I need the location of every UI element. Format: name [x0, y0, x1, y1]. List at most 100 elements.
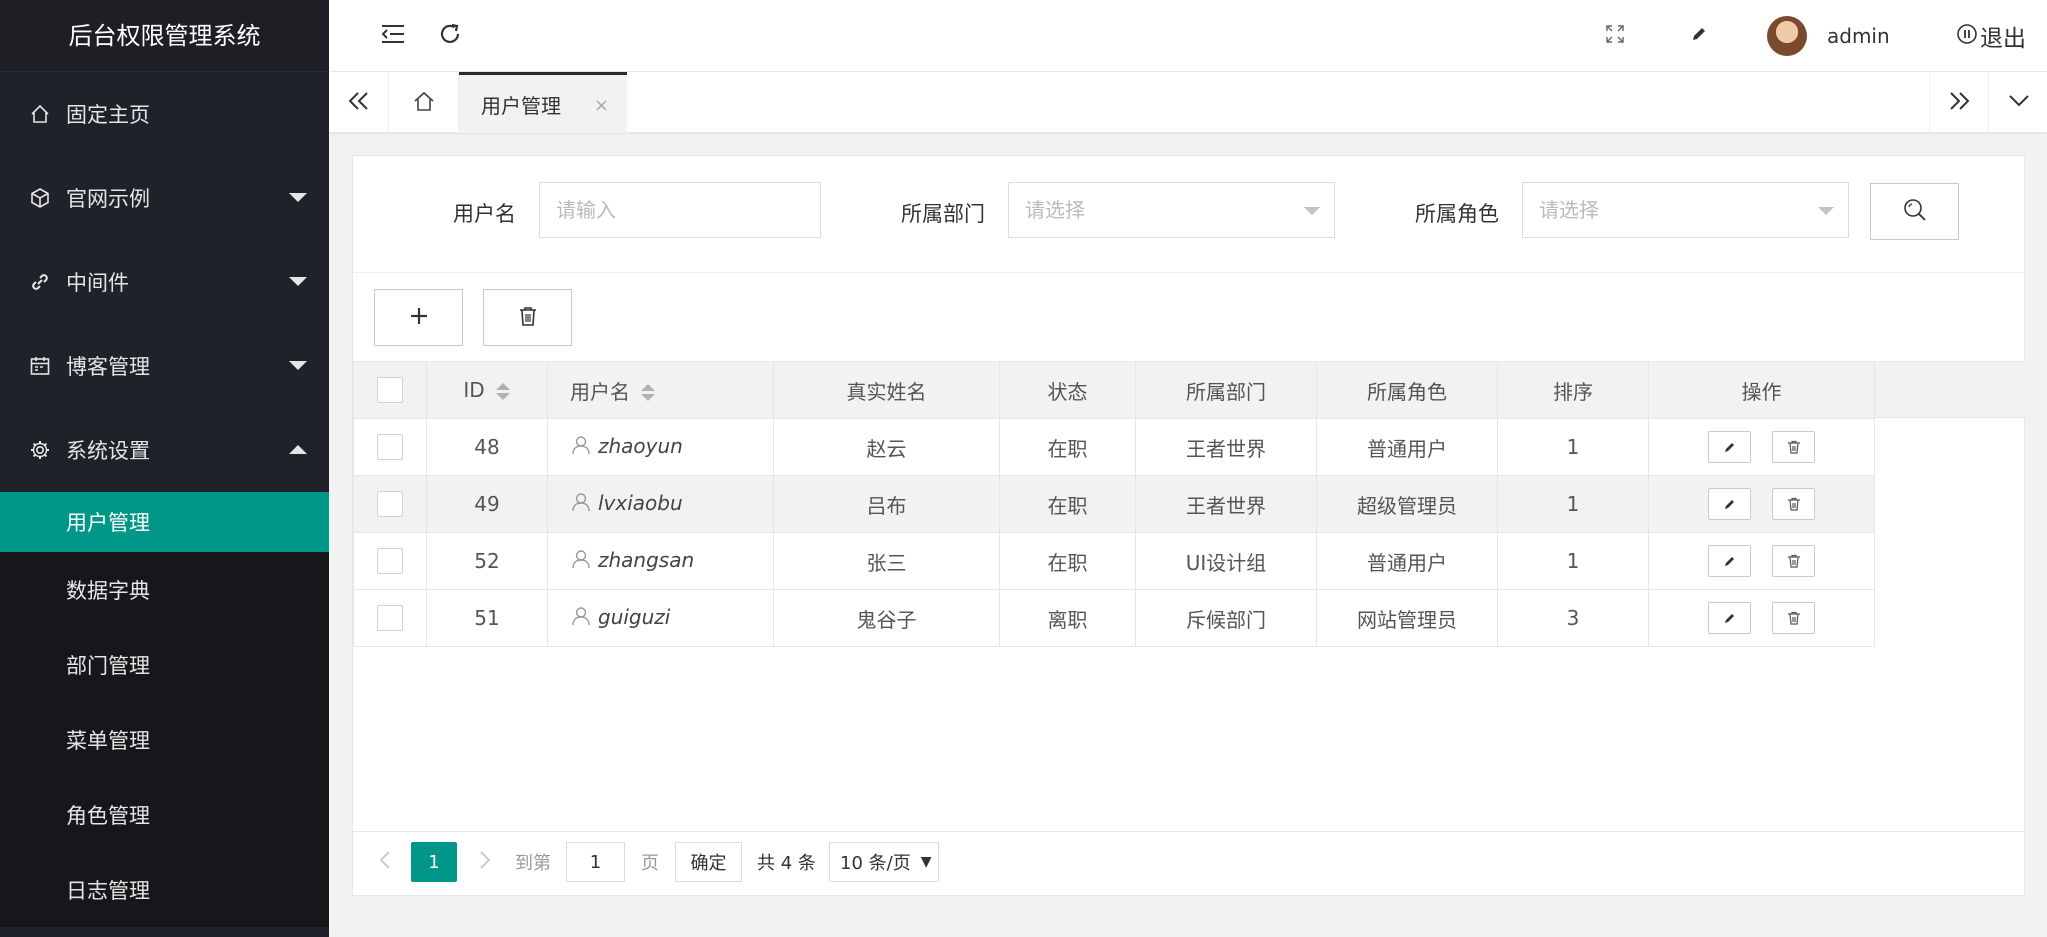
cell-department: UI设计组 [1135, 532, 1317, 590]
add-user-button[interactable] [374, 289, 463, 346]
tabs-dropdown-button[interactable] [1989, 72, 2047, 133]
row-checkbox[interactable] [377, 434, 403, 461]
row-select-cell[interactable] [353, 589, 427, 647]
cell-role: 超级管理员 [1316, 475, 1498, 533]
chevron-down-icon [289, 277, 307, 286]
cell-actions [1648, 475, 1875, 533]
user-table: ID 用户名 真实姓名 状态 所属部门 所属角色 排序 操作 48 zhaoyu… [353, 361, 1875, 647]
tabs-scroll-left-button[interactable] [329, 72, 389, 133]
fullscreen-icon [1605, 24, 1625, 48]
theme-button[interactable] [1671, 0, 1727, 72]
row-checkbox[interactable] [377, 605, 403, 632]
cell-sort: 1 [1497, 475, 1649, 533]
cell-username: zhaoyun [547, 418, 774, 476]
page-size-value: 10 条/页 [840, 853, 911, 874]
delete-button[interactable] [1771, 545, 1815, 577]
sidebar-item-examples[interactable]: 官网示例 [0, 156, 329, 240]
sidebar-subitem-users[interactable]: 用户管理 [0, 492, 329, 552]
sidebar-item-label: 官网示例 [66, 187, 150, 211]
goto-label: 到第 [515, 853, 551, 874]
pencil-icon [1725, 557, 1735, 566]
department-select[interactable]: 请选择 [1008, 182, 1335, 238]
tabs-scroll-right-button[interactable] [1929, 72, 1989, 133]
chevron-right-icon [479, 850, 491, 875]
search-icon [1902, 197, 1928, 227]
app-title: 后台权限管理系统 [0, 0, 329, 72]
sort-icon[interactable] [640, 384, 656, 402]
row-select-cell[interactable] [353, 532, 427, 590]
delete-button[interactable] [1771, 431, 1815, 463]
user-menu[interactable]: admin [1767, 0, 1947, 72]
trash-icon [1787, 497, 1800, 511]
column-header-actions: 操作 [1648, 361, 1875, 419]
cube-icon [28, 186, 52, 210]
sidebar-item-home[interactable]: 固定主页 [0, 72, 329, 156]
delete-button[interactable] [1771, 488, 1815, 520]
total-count: 共 4 条 [757, 853, 816, 874]
sidebar-subitem-menus[interactable]: 菜单管理 [0, 702, 329, 777]
user-icon [570, 491, 592, 518]
edit-button[interactable] [1708, 488, 1752, 520]
cell-role: 普通用户 [1316, 418, 1498, 476]
chevron-down-icon [289, 193, 307, 202]
sidebar-subitem-dictionary[interactable]: 数据字典 [0, 552, 329, 627]
pencil-icon [1725, 614, 1735, 623]
cell-id: 49 [426, 475, 548, 533]
next-page-button[interactable] [473, 842, 497, 882]
trash-icon [1787, 611, 1800, 625]
column-header-department: 所属部门 [1135, 361, 1317, 419]
cell-id: 51 [426, 589, 548, 647]
row-select-cell[interactable] [353, 418, 427, 476]
sidebar-item-middleware[interactable]: 中间件 [0, 240, 329, 324]
logout-button[interactable]: 退出 [1946, 0, 2036, 72]
sidebar-item-settings[interactable]: 系统设置 [0, 408, 329, 492]
edit-button[interactable] [1708, 602, 1752, 634]
cell-department: 斥候部门 [1135, 589, 1317, 647]
row-checkbox[interactable] [377, 548, 403, 575]
sidebar-subitem-roles[interactable]: 角色管理 [0, 777, 329, 852]
edit-button[interactable] [1708, 431, 1752, 463]
menu-indent-icon [380, 23, 406, 49]
cell-actions [1648, 418, 1875, 476]
role-select[interactable]: 请选择 [1522, 182, 1849, 238]
goto-page-input[interactable]: 1 [566, 842, 625, 882]
refresh-button[interactable] [422, 0, 478, 72]
prev-page-button[interactable] [373, 842, 397, 882]
column-header-id[interactable]: ID [426, 361, 548, 419]
trash-icon [1787, 554, 1800, 568]
select-all-cell[interactable] [353, 361, 427, 419]
column-header-username[interactable]: 用户名 [547, 361, 774, 419]
delete-button[interactable] [1771, 602, 1815, 634]
sidebar-subitem-logs[interactable]: 日志管理 [0, 852, 329, 927]
toggle-sidebar-button[interactable] [365, 0, 421, 72]
page-size-select[interactable]: 10 条/页 ▼ [829, 842, 939, 882]
sidebar-subitem-departments[interactable]: 部门管理 [0, 627, 329, 702]
avatar [1767, 16, 1807, 56]
cell-realname: 鬼谷子 [773, 589, 1000, 647]
table-header-row: ID 用户名 真实姓名 状态 所属部门 所属角色 排序 操作 [353, 361, 1875, 419]
close-icon[interactable]: × [594, 95, 609, 116]
column-header-sort: 排序 [1497, 361, 1649, 419]
username-input[interactable]: 请输入 [539, 182, 821, 238]
row-checkbox[interactable] [377, 491, 403, 518]
sort-icon[interactable] [495, 382, 511, 401]
role-placeholder: 请选择 [1539, 198, 1599, 222]
tab-user-management[interactable]: 用户管理 × [459, 72, 627, 133]
edit-button[interactable] [1708, 545, 1752, 577]
user-icon [570, 605, 592, 632]
tab-home[interactable] [389, 72, 459, 133]
user-icon [570, 434, 592, 461]
row-select-cell[interactable] [353, 475, 427, 533]
sidebar-item-blog[interactable]: 博客管理 [0, 324, 329, 408]
batch-delete-button[interactable] [483, 289, 572, 346]
fullscreen-button[interactable] [1587, 0, 1643, 72]
goto-confirm-button[interactable]: 确定 [675, 842, 742, 882]
cell-username: lvxiaobu [547, 475, 774, 533]
page-1-button[interactable]: 1 [411, 842, 457, 882]
select-all-checkbox[interactable] [377, 377, 403, 404]
department-label: 所属部门 [901, 202, 985, 226]
tab-label: 用户管理 [481, 93, 561, 118]
sidebar-item-label: 固定主页 [66, 103, 150, 127]
home-icon [28, 102, 52, 126]
search-button[interactable] [1870, 183, 1959, 240]
